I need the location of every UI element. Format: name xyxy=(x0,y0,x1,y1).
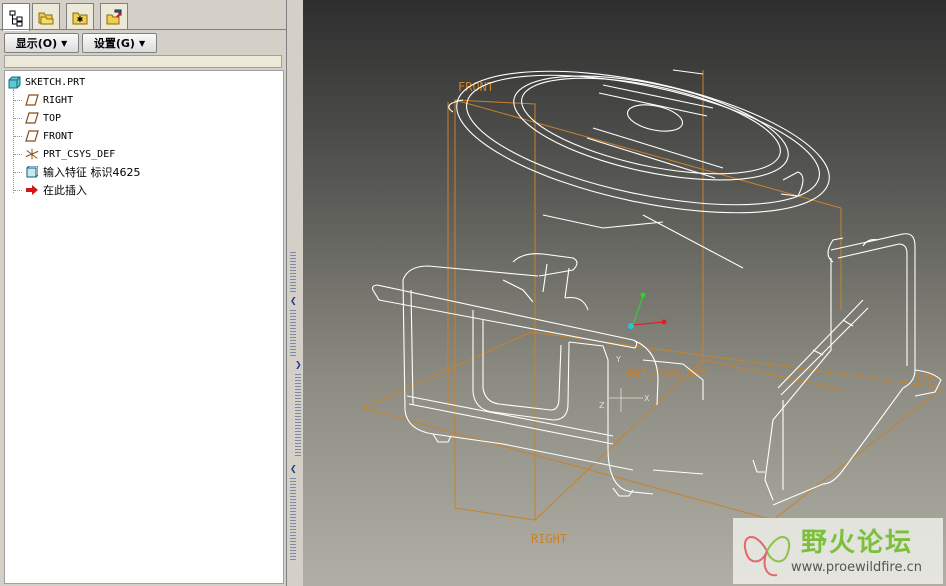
favorites-tab[interactable]: ✱ xyxy=(66,3,94,29)
settings-label: 设置(G) xyxy=(93,37,135,50)
csys-triad: X Y Z xyxy=(599,292,667,412)
splitter-grip[interactable] xyxy=(290,310,296,358)
tree-item-label: 输入特征 标识4625 xyxy=(43,166,141,179)
datum-plane-icon xyxy=(25,129,39,143)
tree-guide-line xyxy=(13,89,14,193)
tree-guide-line xyxy=(14,154,22,155)
navigator-tabs: ✱ xyxy=(2,3,284,31)
import-feature-icon xyxy=(25,165,39,179)
favorites-icon: ✱ xyxy=(72,12,88,24)
tree-item-csys[interactable]: PRT_CSYS_DEF xyxy=(25,146,115,162)
folder-browser-tab[interactable] xyxy=(32,3,60,29)
tree-item-top[interactable]: TOP xyxy=(25,110,61,126)
datum-plane-icon xyxy=(25,111,39,125)
tree-item-label: FRONT xyxy=(43,130,74,142)
navigator-panel: ✱ 显示(O) ▼ 设置(G) ▼ SKETCH.PRT RIGHT TOP F… xyxy=(0,0,287,586)
right-datum-label: RIGHT xyxy=(531,532,567,546)
splitter-grip[interactable] xyxy=(295,374,301,458)
tree-guide-line xyxy=(14,172,22,173)
connections-tab[interactable] xyxy=(100,3,128,29)
watermark-logo: 野火论坛 www.proewildfire.cn xyxy=(733,518,943,584)
folder-icon xyxy=(38,12,54,24)
model-tree-icon xyxy=(9,10,23,26)
tree-item-label: TOP xyxy=(43,112,62,124)
butterfly-logo-icon xyxy=(744,536,790,577)
splitter-grip[interactable] xyxy=(290,252,296,294)
part-icon xyxy=(7,75,21,89)
watermark-url: www.proewildfire.cn xyxy=(791,560,922,575)
tree-item-label: 在此插入 xyxy=(43,184,87,197)
tree-item-right[interactable]: RIGHT xyxy=(25,92,73,108)
collapse-left-icon[interactable]: ❮ xyxy=(290,464,297,473)
model-tree: SKETCH.PRT RIGHT TOP FRONT PRT_CSYS_DEF xyxy=(4,70,284,584)
collapse-left-icon[interactable]: ❮ xyxy=(290,296,297,305)
csys-datum-label: PRT_CSYS_DEF xyxy=(627,368,706,381)
show-label: 显示(O) xyxy=(15,37,58,50)
tree-root-item[interactable]: SKETCH.PRT xyxy=(7,74,85,90)
lid-edges xyxy=(448,69,830,269)
show-dropdown-button[interactable]: 显示(O) ▼ xyxy=(4,33,79,53)
tree-guide-line xyxy=(14,118,22,119)
x-axis-label: X xyxy=(644,394,650,403)
insert-here-arrow-icon xyxy=(25,183,39,197)
tree-item-front[interactable]: FRONT xyxy=(25,128,73,144)
tree-guide-line xyxy=(14,136,22,137)
tree-item-insert-here[interactable]: 在此插入 xyxy=(25,182,87,198)
graphics-window[interactable]: FRONT RIGHT TOP PRT_CSYS_DEF X Y Z xyxy=(303,0,946,586)
connections-icon xyxy=(106,9,122,24)
settings-dropdown-button[interactable]: 设置(G) ▼ xyxy=(82,33,157,53)
tree-item-label: RIGHT xyxy=(43,94,74,106)
svg-text:✱: ✱ xyxy=(77,15,84,24)
chevron-down-icon: ▼ xyxy=(138,38,146,48)
splitter-grip[interactable] xyxy=(290,478,296,562)
y-axis-label: Y xyxy=(615,355,621,364)
top-datum-label: TOP xyxy=(915,371,937,385)
tree-root-label: SKETCH.PRT xyxy=(25,76,86,88)
inner-pot-edges xyxy=(752,233,942,506)
front-datum-edge xyxy=(454,99,842,209)
datum-plane-icon xyxy=(25,93,39,107)
tree-guide-line xyxy=(14,100,22,101)
coordinate-system-icon xyxy=(25,147,39,161)
tree-item-import-feature[interactable]: 输入特征 标识4625 xyxy=(25,164,141,180)
top-datum-plane xyxy=(361,331,945,521)
model-tree-tab[interactable] xyxy=(2,3,30,31)
chevron-down-icon: ▼ xyxy=(61,38,68,48)
tree-column-header[interactable] xyxy=(4,55,282,68)
expand-right-icon[interactable]: ❯ xyxy=(295,360,302,369)
tab-divider xyxy=(0,29,286,30)
tree-item-label: PRT_CSYS_DEF xyxy=(43,148,116,160)
tree-guide-line xyxy=(14,190,22,191)
model-view[interactable]: FRONT RIGHT TOP PRT_CSYS_DEF X Y Z xyxy=(303,0,946,586)
watermark-title: 野火论坛 xyxy=(801,528,914,558)
z-axis-label: Z xyxy=(599,401,605,410)
panel-splitter[interactable]: ❮ ❯ ❮ xyxy=(287,0,303,586)
